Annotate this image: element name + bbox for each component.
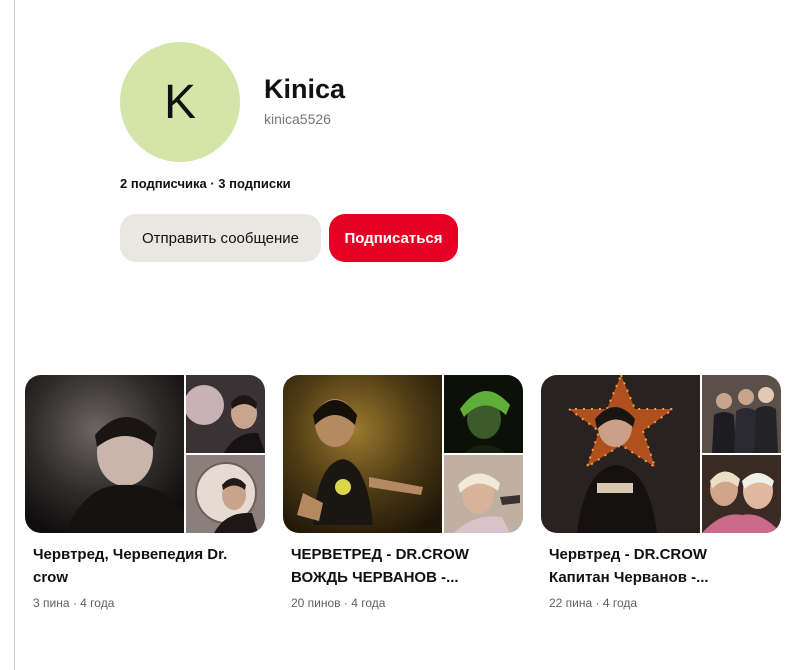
board-cover-side-image xyxy=(702,375,781,453)
board-title[interactable]: ЧЕРВЕТРЕД - DR.CROW ВОЖДЬ ЧЕРВАНОВ -... xyxy=(283,543,511,589)
profile-handle: kinica5526 xyxy=(264,111,331,127)
board-title[interactable]: Червтред - DR.CROW Капитан Червaнов -... xyxy=(541,543,769,589)
board-cover-main-image xyxy=(541,375,700,533)
board-cover[interactable] xyxy=(283,375,523,533)
board-card[interactable]: Червтред, Червепедия Dr. crow 3 пина · 4… xyxy=(25,375,265,610)
board-cover-main-image xyxy=(283,375,442,533)
board-cover-side-image xyxy=(186,375,265,453)
board-cover-side-image xyxy=(186,455,265,533)
board-card[interactable]: Червтред - DR.CROW Капитан Червaнов -...… xyxy=(541,375,781,610)
avatar[interactable]: K xyxy=(120,42,240,162)
board-cover[interactable] xyxy=(25,375,265,533)
board-meta: 20 пинов · 4 года xyxy=(291,596,386,610)
left-divider xyxy=(14,0,15,670)
avatar-letter: K xyxy=(163,75,196,129)
board-meta: 22 пина · 4 года xyxy=(549,596,638,610)
board-cover-side-image xyxy=(702,455,781,533)
profile-name: Kinica xyxy=(264,74,346,104)
send-message-button[interactable]: Отправить сообщение xyxy=(120,214,321,262)
board-cover-main-image xyxy=(25,375,184,533)
board-cover-side-image xyxy=(444,375,523,453)
follow-button[interactable]: Подписаться xyxy=(329,214,458,262)
board-card[interactable]: ЧЕРВЕТРЕД - DR.CROW ВОЖДЬ ЧЕРВАНОВ -... … xyxy=(283,375,523,610)
board-cover[interactable] xyxy=(541,375,781,533)
followers-following-count[interactable]: 2 подписчика · 3 подписки xyxy=(120,176,291,191)
board-cover-side-image xyxy=(444,455,523,533)
board-meta: 3 пина · 4 года xyxy=(33,596,115,610)
board-title[interactable]: Червтред, Червепедия Dr. crow xyxy=(25,543,253,589)
